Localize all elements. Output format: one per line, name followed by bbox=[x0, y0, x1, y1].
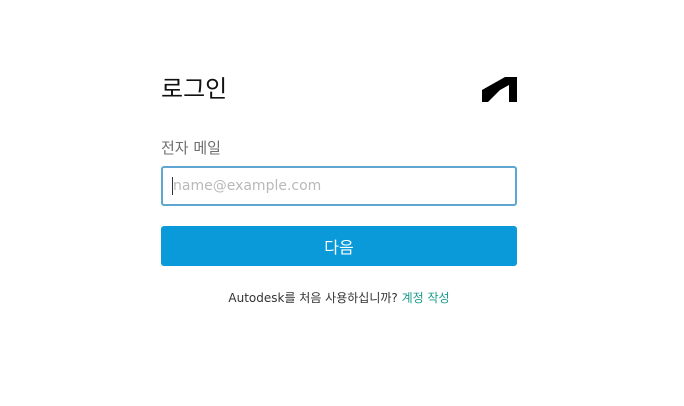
create-account-link[interactable]: 계정 작성 bbox=[402, 291, 450, 305]
autodesk-logo-icon bbox=[482, 77, 517, 102]
email-input[interactable] bbox=[161, 166, 517, 206]
text-caret bbox=[172, 177, 173, 195]
login-card: 로그인 전자 메일 다음 Autodesk를 처음 사용하십니까? 계정 작성 bbox=[161, 72, 517, 305]
signup-row: Autodesk를 처음 사용하십니까? 계정 작성 bbox=[161, 290, 517, 306]
login-header: 로그인 bbox=[161, 72, 517, 108]
next-button[interactable]: 다음 bbox=[161, 226, 517, 266]
page-title: 로그인 bbox=[161, 75, 228, 103]
login-page: 로그인 전자 메일 다음 Autodesk를 처음 사용하십니까? 계정 작성 bbox=[0, 0, 684, 406]
signup-prompt: Autodesk를 처음 사용하십니까? bbox=[228, 291, 398, 305]
email-label: 전자 메일 bbox=[161, 139, 221, 157]
